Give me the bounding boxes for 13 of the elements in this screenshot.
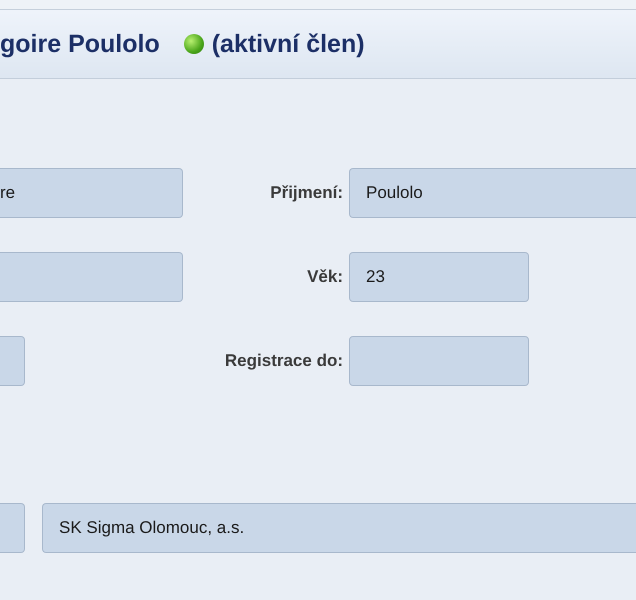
field-label: Přijmení:: [270, 183, 343, 203]
text-field[interactable]: [349, 336, 529, 386]
text-field[interactable]: [0, 336, 25, 386]
member-status: (aktivní člen): [212, 30, 365, 58]
text-field[interactable]: [0, 252, 183, 302]
text-field[interactable]: [0, 503, 25, 553]
text-field[interactable]: Poulolo: [349, 168, 636, 218]
member-name: goire Poulolo: [0, 30, 160, 58]
text-field[interactable]: SK Sigma Olomouc, a.s.: [42, 503, 636, 553]
text-field[interactable]: re: [0, 168, 183, 218]
field-label: Věk:: [307, 267, 343, 287]
field-label: Registrace do:: [224, 351, 343, 371]
text-field[interactable]: 23: [349, 252, 529, 302]
